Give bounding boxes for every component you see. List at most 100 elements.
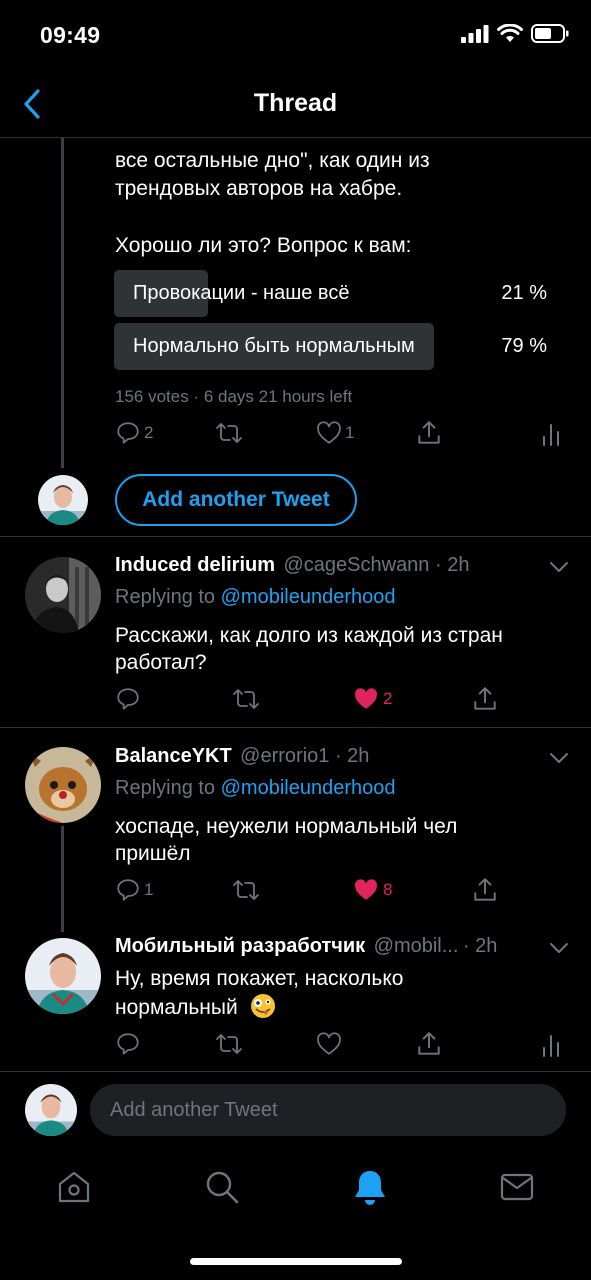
retweet-icon xyxy=(216,423,242,443)
replying-to-label: Replying to xyxy=(115,777,216,799)
reply-button[interactable]: 2 xyxy=(115,420,153,446)
analytics-button[interactable] xyxy=(541,422,561,446)
chevron-down-icon[interactable] xyxy=(548,560,570,574)
avatar[interactable] xyxy=(25,938,101,1014)
user-name[interactable]: BalanceYKT xyxy=(115,745,232,767)
user-handle: @cageSchwann · 2h xyxy=(283,554,470,576)
reply-icon xyxy=(117,1033,139,1055)
share-icon xyxy=(418,1032,440,1055)
reply-icon xyxy=(117,422,139,444)
tweet-text-line: нормальный xyxy=(115,993,276,1021)
user-name[interactable]: Мобильный разработчик xyxy=(115,935,365,957)
tweet-time: · 2h xyxy=(462,935,498,957)
analytics-icon xyxy=(543,1035,559,1057)
avatar[interactable] xyxy=(25,1084,77,1136)
chevron-down-icon[interactable] xyxy=(548,941,570,955)
tweet-text: нормальный xyxy=(115,996,238,1019)
reply-count: 1 xyxy=(144,880,154,899)
replying-to-handle[interactable]: @mobileunderhood xyxy=(221,777,396,799)
compose-input[interactable]: Add another Tweet xyxy=(90,1084,566,1136)
thread-line xyxy=(61,138,64,468)
like-button[interactable] xyxy=(316,1032,342,1056)
reply-icon xyxy=(117,688,139,710)
tweet-header: Мобильный разработчик @mobil... · 2h xyxy=(115,935,497,958)
notifications-icon xyxy=(355,1171,385,1205)
tweet-text-line: пришёл xyxy=(115,842,191,865)
user-handle: @errorio1 · 2h xyxy=(240,745,370,767)
analytics-icon xyxy=(543,424,559,446)
tweet-text-line: все остальные дно", как один из xyxy=(115,149,430,172)
thread-line xyxy=(61,826,64,932)
page-title: Thread xyxy=(253,89,338,117)
tweet-text-line: трендовых авторов на хабре. xyxy=(115,177,403,200)
share-icon xyxy=(474,878,496,901)
retweet-button[interactable] xyxy=(232,687,260,711)
retweet-button[interactable] xyxy=(215,1032,243,1056)
user-name[interactable]: Induced delirium xyxy=(115,554,275,576)
divider xyxy=(0,536,591,537)
signal-icon xyxy=(461,24,489,43)
poll-option-percent: 79 % xyxy=(501,335,547,357)
tab-messages[interactable] xyxy=(499,1171,535,1208)
replying-to: Replying to @mobileunderhood xyxy=(115,586,396,609)
reply-button[interactable]: 1 xyxy=(115,877,153,903)
add-another-tweet-button[interactable]: Add another Tweet xyxy=(115,474,357,526)
tweet-text-line: Ну, время покажет, насколько xyxy=(115,967,404,990)
poll-question: Хорошо ли это? Вопрос к вам: xyxy=(115,234,412,257)
status-time: 09:49 xyxy=(40,22,101,48)
messages-icon xyxy=(500,1173,534,1201)
zany-face-emoji xyxy=(250,994,275,1018)
tweet-header: BalanceYKT @errorio1 · 2h xyxy=(115,745,369,768)
search-icon xyxy=(206,1171,239,1204)
avatar[interactable] xyxy=(25,747,101,823)
heart-outline-icon xyxy=(317,1032,341,1055)
reply-icon xyxy=(117,879,139,901)
retweet-button[interactable] xyxy=(232,878,260,902)
share-button[interactable] xyxy=(472,876,498,904)
retweet-icon xyxy=(233,689,259,709)
retweet-icon xyxy=(233,880,259,900)
tweet-text-line: работал? xyxy=(115,651,207,674)
avatar[interactable] xyxy=(38,475,88,525)
tab-search[interactable] xyxy=(204,1169,240,1210)
wifi-icon xyxy=(497,24,523,42)
chevron-down-icon[interactable] xyxy=(548,751,570,765)
battery-icon xyxy=(531,24,569,43)
replying-to: Replying to @mobileunderhood xyxy=(115,777,396,800)
heart-filled-icon xyxy=(355,879,378,900)
tab-home[interactable] xyxy=(56,1170,92,1209)
divider xyxy=(0,1071,591,1072)
like-button[interactable]: 2 xyxy=(353,687,392,711)
home-icon xyxy=(58,1171,90,1203)
home-indicator xyxy=(190,1258,402,1265)
retweet-icon xyxy=(216,1034,242,1054)
like-button[interactable]: 1 xyxy=(316,421,354,445)
heart-filled-icon xyxy=(355,688,378,709)
share-button[interactable] xyxy=(416,419,442,447)
share-icon xyxy=(474,687,496,710)
retweet-button[interactable] xyxy=(215,421,243,445)
poll-option-label: Нормально быть нормальным xyxy=(133,335,415,357)
analytics-button[interactable] xyxy=(541,1033,561,1057)
poll-option-label: Провокации - наше всё xyxy=(133,282,350,304)
poll-meta: 156 votes · 6 days 21 hours left xyxy=(115,387,353,406)
tweet-text-line: Расскажи, как долго из каждой из стран xyxy=(115,624,503,647)
tweet-header: Induced delirium @cageSchwann · 2h xyxy=(115,554,469,577)
status-icons xyxy=(461,24,569,43)
reply-count: 2 xyxy=(144,423,154,442)
avatar[interactable] xyxy=(25,557,101,633)
like-count: 2 xyxy=(383,689,393,708)
heart-outline-icon xyxy=(317,421,341,444)
share-button[interactable] xyxy=(416,1030,442,1058)
reply-button[interactable] xyxy=(115,686,141,712)
like-button[interactable]: 8 xyxy=(353,878,392,902)
share-button[interactable] xyxy=(472,685,498,713)
reply-button[interactable] xyxy=(115,1031,141,1057)
tweet-text-line: хоспаде, неужели нормальный чел xyxy=(115,815,458,838)
poll-option: Провокации - наше всё 21 % xyxy=(114,270,564,317)
replying-to-handle[interactable]: @mobileunderhood xyxy=(221,586,396,608)
nav-divider xyxy=(0,137,591,138)
tab-notifications[interactable] xyxy=(352,1168,388,1211)
poll-option: Нормально быть нормальным 79 % xyxy=(114,323,564,370)
like-count: 1 xyxy=(345,423,355,442)
